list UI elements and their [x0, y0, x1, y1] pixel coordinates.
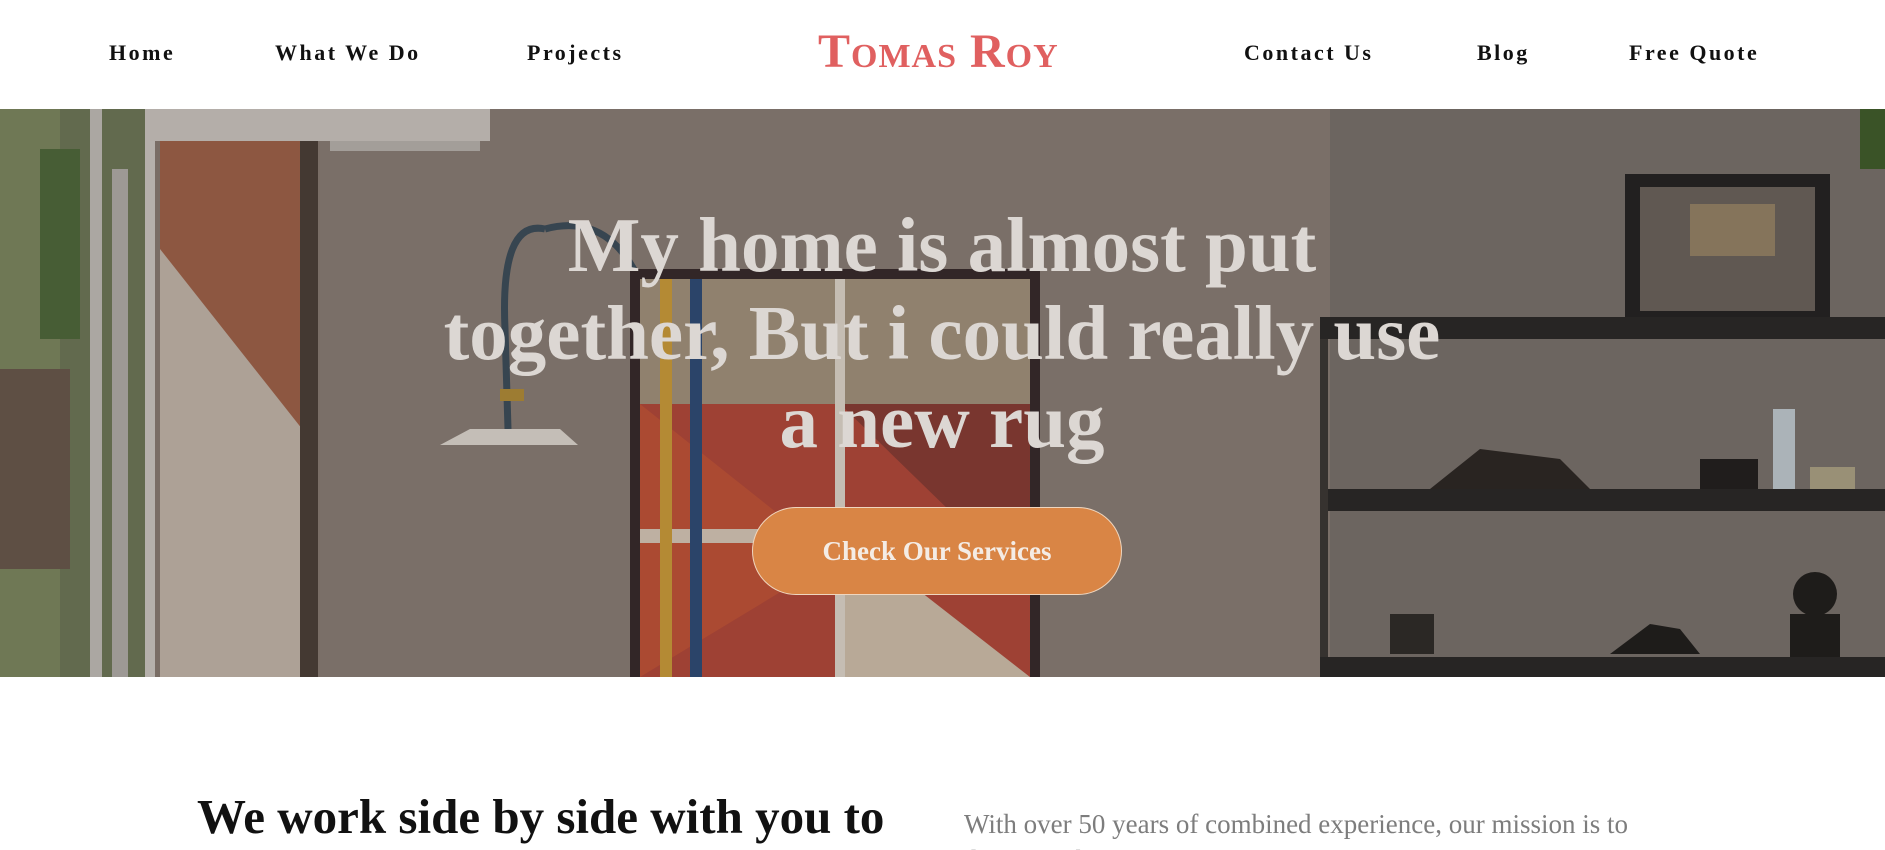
check-our-services-button[interactable]: Check Our Services	[752, 507, 1122, 595]
nav-link-blog[interactable]: Blog	[1477, 40, 1530, 66]
about-heading: We work side by side with you to	[197, 789, 885, 844]
nav-link-free-quote[interactable]: Free Quote	[1629, 40, 1759, 66]
nav-link-what-we-do[interactable]: What We Do	[275, 40, 421, 66]
hero-headline: My home is almost put together, But i co…	[443, 202, 1441, 464]
about-description: With over 50 years of combined experienc…	[964, 809, 1628, 850]
nav-link-contact-us[interactable]: Contact Us	[1244, 40, 1374, 66]
top-navigation: Home What We Do Projects Tomas Roy Conta…	[0, 0, 1885, 109]
nav-link-home[interactable]: Home	[109, 40, 175, 66]
hero-banner: My home is almost put together, But i co…	[0, 109, 1885, 677]
brand-logo[interactable]: Tomas Roy	[818, 28, 1059, 76]
nav-link-projects[interactable]: Projects	[527, 40, 624, 66]
